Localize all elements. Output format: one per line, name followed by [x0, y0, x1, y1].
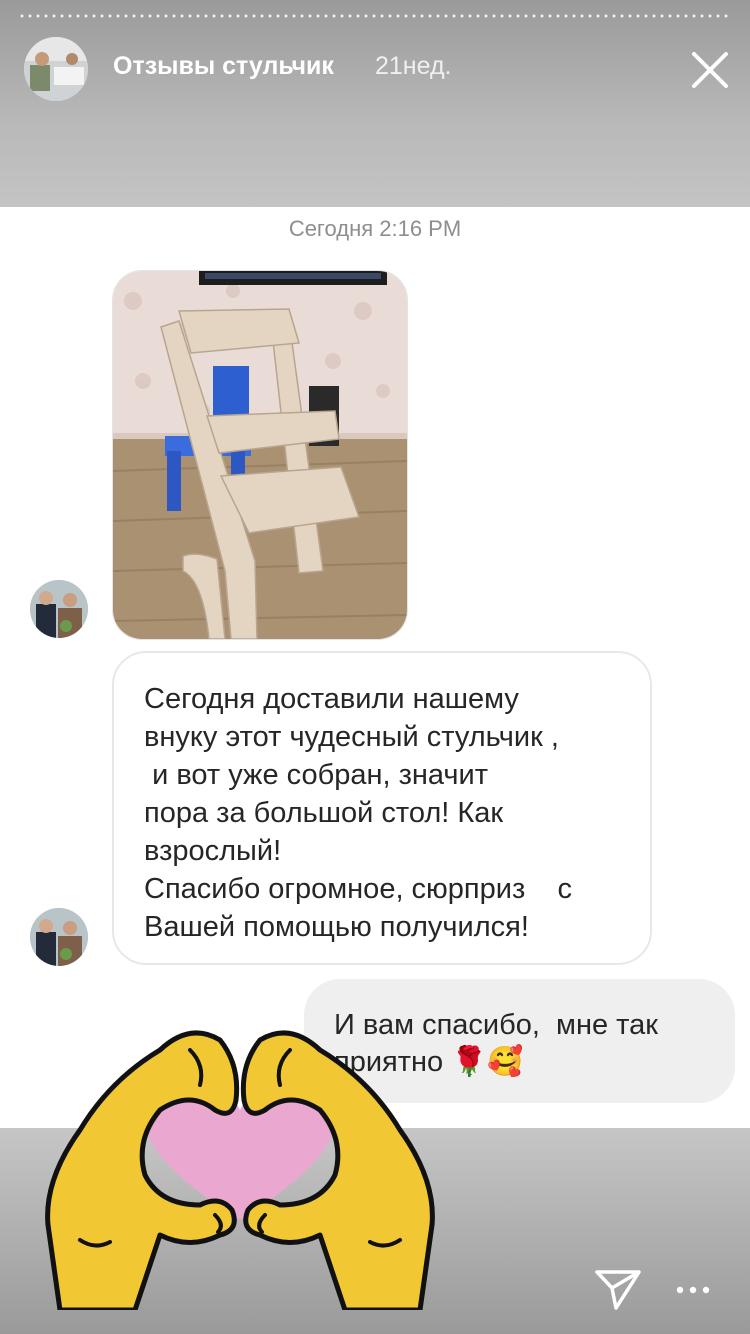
sender-avatar[interactable]	[30, 908, 88, 966]
incoming-message-bubble[interactable]: Сегодня доставили нашему внуку этот чуде…	[112, 651, 652, 965]
sender-avatar[interactable]	[30, 580, 88, 638]
chat-thread: Сегодня 2:16 PM Сегодня доставили нашему…	[0, 207, 750, 1128]
close-icon[interactable]	[688, 48, 732, 92]
heart-hands-sticker	[40, 1010, 440, 1313]
more-icon[interactable]	[676, 1280, 710, 1300]
story-age: 21нед.	[375, 52, 452, 80]
story-avatar[interactable]	[24, 37, 88, 101]
incoming-message-text: Сегодня доставили нашему внуку этот чуде…	[144, 683, 572, 943]
chair-photo-message[interactable]	[112, 270, 408, 640]
send-icon[interactable]	[594, 1268, 642, 1312]
message-timestamp: Сегодня 2:16 PM	[288, 216, 462, 241]
story-header: Отзывы стульчик 21нед.	[0, 0, 750, 207]
story-progress-bar	[18, 14, 732, 18]
story-title[interactable]: Отзывы стульчик	[113, 52, 334, 81]
